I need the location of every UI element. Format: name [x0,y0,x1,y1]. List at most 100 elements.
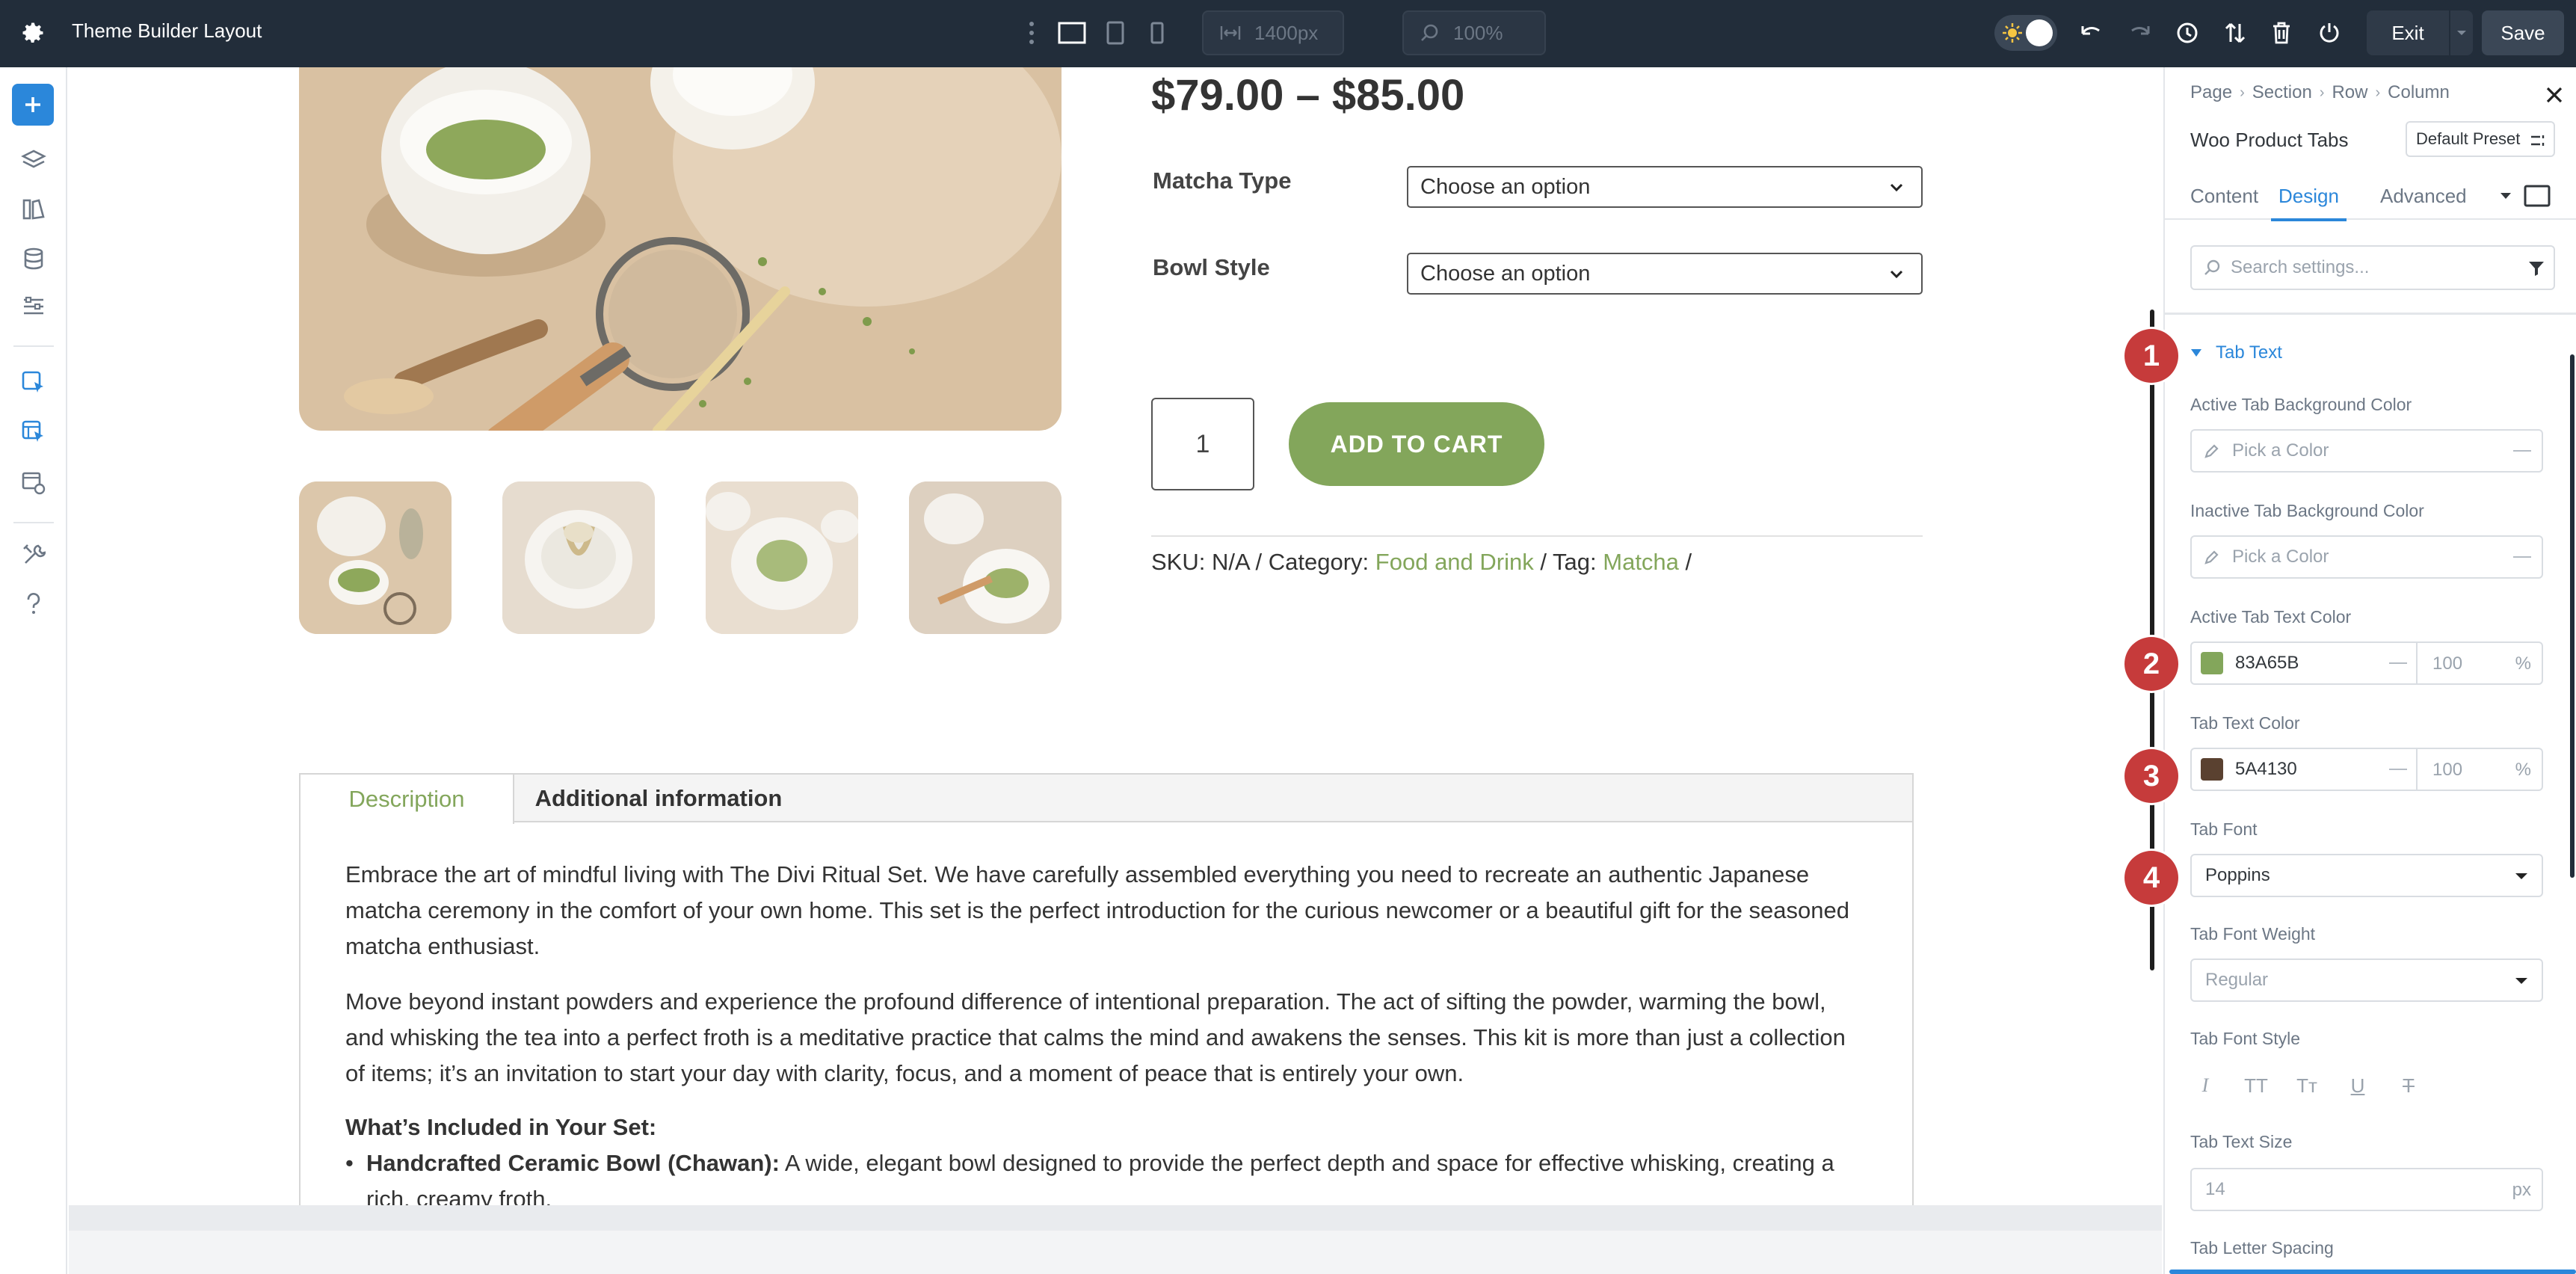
strikethrough-icon[interactable]: T [2394,1071,2424,1101]
trash-icon[interactable] [2267,18,2296,48]
tab-design[interactable]: Design [2271,172,2347,221]
caret-down-icon[interactable] [2500,172,2512,220]
breadcrumb-page[interactable]: Page [2190,82,2232,103]
layout-title: Theme Builder Layout [72,19,262,42]
product-main-image[interactable] [299,67,1061,431]
color-swatch[interactable] [2201,758,2223,781]
breadcrumb-chevron-icon: › [2375,84,2381,101]
tab-content[interactable]: Content [2190,172,2258,220]
portability-icon[interactable] [2220,18,2250,48]
tab-description[interactable]: Description [301,775,514,824]
active-tab-bg-color-picker[interactable]: Pick a Color [2190,429,2543,473]
search-settings-input[interactable]: Search settings... [2190,245,2555,290]
undo-icon[interactable] [2077,18,2107,48]
percent-unit: % [2515,653,2531,674]
add-module-button[interactable] [12,84,54,126]
breadcrumb-row[interactable]: Row [2332,82,2367,103]
underline-icon[interactable]: U [2343,1071,2373,1101]
desktop-view-icon[interactable] [1057,18,1087,48]
opacity-value[interactable]: 100 [2432,653,2462,674]
product-thumbnail[interactable] [502,481,655,634]
product-thumbnail[interactable] [299,481,452,634]
toggle-title-label: Tab Text [2216,342,2282,363]
gear-icon[interactable] [19,19,46,46]
tag-link[interactable]: Matcha [1603,549,1679,575]
caret-down-icon [2515,978,2527,984]
meta-tag-text: / Tag: [1533,549,1603,575]
font-value: Poppins [2205,865,2270,885]
italic-icon[interactable]: I [2190,1071,2220,1101]
tab-font-select[interactable]: Poppins [2190,854,2543,897]
bowl-style-select[interactable]: Choose an option [1407,253,1923,295]
exit-dropdown-button[interactable] [2450,10,2473,55]
tab-text-color-picker[interactable]: 5A4130 100 % [2190,748,2543,791]
builder-canvas[interactable]: $79.00 – $85.00 Matcha Type Choose an op… [69,67,2162,1274]
tab-additional-information[interactable]: Additional information [514,775,803,822]
opacity-value[interactable]: 100 [2432,760,2462,781]
template-pointer-icon[interactable] [19,417,49,447]
category-link[interactable]: Food and Drink [1375,549,1534,575]
capitalize-icon[interactable]: Tт [2292,1071,2322,1101]
page-settings-icon[interactable] [19,468,49,498]
breadcrumb-chevron-icon: › [2240,84,2245,101]
exit-button[interactable]: Exit [2367,10,2449,55]
reset-dash-icon[interactable] [2513,556,2531,558]
tablet-view-icon[interactable] [1100,18,1130,48]
annotation-badge: 2 [2124,637,2178,691]
breadcrumb-column[interactable]: Column [2388,82,2450,103]
breadcrumb-section[interactable]: Section [2252,82,2312,103]
color-swatch[interactable] [2201,652,2223,674]
rail-divider [13,522,54,523]
save-button[interactable]: Save [2482,10,2564,55]
uppercase-icon[interactable]: TT [2241,1071,2271,1101]
product-thumbnail[interactable] [706,481,858,634]
reset-dash-icon[interactable] [2389,662,2407,664]
history-icon[interactable] [2172,18,2202,48]
zoom-input[interactable]: 100% [1402,10,1546,55]
database-icon[interactable] [19,244,49,274]
exit-label: Exit [2391,21,2424,44]
close-icon[interactable] [2543,84,2566,106]
tab-font-weight-select[interactable]: Regular [2190,958,2543,1002]
settings-list-icon[interactable] [19,292,49,321]
help-icon[interactable] [19,589,49,619]
preview-toggle-icon[interactable] [2524,172,2551,220]
light-dark-toggle[interactable] [1994,15,2057,51]
phone-view-icon[interactable] [1142,18,1172,48]
woo-product-tabs-module[interactable]: Description Additional information Embra… [299,773,1914,1274]
tab-advanced[interactable]: Advanced [2380,172,2467,220]
tab-text-toggle[interactable]: Tab Text [2190,342,2282,363]
text-size-unit: px [2512,1180,2531,1200]
library-icon[interactable] [19,194,49,224]
zoom-value: 100% [1453,21,1503,44]
panel-scrollbar[interactable] [2570,354,2575,878]
hex-value[interactable]: 5A4130 [2235,759,2297,780]
product-thumbnail[interactable] [909,481,1061,634]
tools-icon[interactable] [19,540,49,570]
select-value: Choose an option [1420,261,1591,286]
quantity-input[interactable]: 1 [1151,398,1254,490]
pick-color-placeholder: Pick a Color [2232,547,2329,567]
canvas-scroll-strip [69,1205,2162,1231]
active-tab-text-color-picker[interactable]: 83A65B 100 % [2190,641,2543,685]
redo-icon[interactable] [2124,18,2154,48]
inactive-tab-bg-color-picker[interactable]: Pick a Color [2190,535,2543,579]
width-input[interactable]: 1400px [1202,10,1344,55]
option-label-bowl-style: Bowl Style [1153,254,1270,280]
tab-text-size-input[interactable]: 14 px [2190,1168,2543,1211]
theme-builder-pointer-icon[interactable] [19,368,49,398]
power-icon[interactable] [2314,18,2344,48]
preset-options-icon [2531,135,2545,146]
more-vertical-icon[interactable] [1017,18,1047,48]
hex-value[interactable]: 83A65B [2235,653,2299,674]
settings-panel: Page › Section › Row › Column Woo Product T… [2163,67,2576,1274]
add-to-cart-button[interactable]: ADD TO CART [1289,402,1544,486]
search-placeholder: Search settings... [2231,257,2370,277]
reset-dash-icon[interactable] [2389,769,2407,770]
reset-dash-icon[interactable] [2513,450,2531,452]
layers-icon[interactable] [19,145,49,175]
preset-selector-button[interactable]: Default Preset [2406,121,2555,157]
matcha-type-select[interactable]: Choose an option [1407,166,1923,208]
width-icon [1220,26,1241,40]
font-weight-value: Regular [2205,970,2269,990]
